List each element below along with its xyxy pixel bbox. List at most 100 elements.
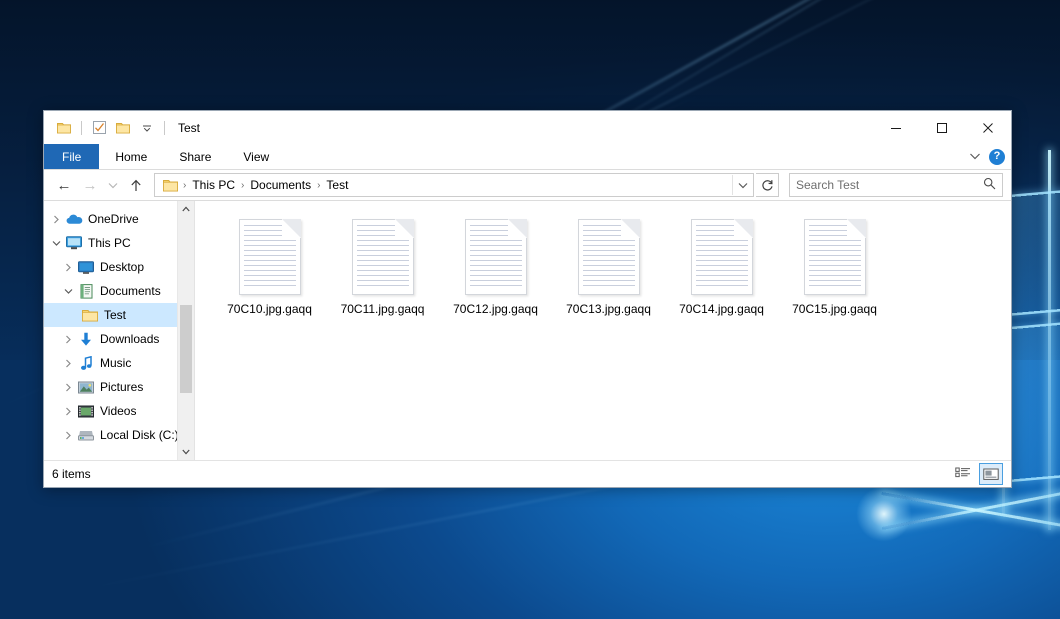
file-item[interactable]: 70C12.jpg.gaqq (439, 215, 552, 337)
sidebar-item-label: Local Disk (C:) (100, 428, 179, 442)
ribbon-tab-bar: File Home Share View ? (44, 144, 1011, 170)
tab-share[interactable]: Share (163, 144, 227, 169)
item-count-label: 6 items (52, 467, 91, 481)
file-name-label: 70C14.jpg.gaqq (679, 302, 764, 316)
folder-icon[interactable] (54, 118, 74, 138)
sidebar-item-this-pc[interactable]: This PC (44, 231, 194, 255)
breadcrumb: › This PC › Documents › Test (160, 178, 732, 192)
minimize-button[interactable] (873, 111, 919, 144)
close-button[interactable] (965, 111, 1011, 144)
download-icon (76, 331, 96, 347)
file-item[interactable]: 70C13.jpg.gaqq (552, 215, 665, 337)
ribbon-controls: ? (969, 144, 1005, 169)
music-icon (76, 355, 96, 371)
customize-chevron-icon[interactable] (137, 118, 157, 138)
chevron-down-icon[interactable] (48, 240, 64, 247)
file-name-label: 70C11.jpg.gaqq (341, 302, 425, 316)
file-item[interactable]: 70C11.jpg.gaqq (326, 215, 439, 337)
chevron-right-icon[interactable] (48, 215, 64, 224)
file-list-view[interactable]: 70C10.jpg.gaqq 70C11.jpg.gaqq (195, 201, 1011, 460)
file-item[interactable]: 70C15.jpg.gaqq (778, 215, 891, 337)
new-folder-icon[interactable] (113, 118, 133, 138)
explorer-body: OneDrive This PC (44, 200, 1011, 460)
file-explorer-window: Test File Home Share View ? ← → (43, 110, 1012, 488)
file-item[interactable]: 70C14.jpg.gaqq (665, 215, 778, 337)
sidebar-item-downloads[interactable]: Downloads (44, 327, 194, 351)
sidebar-scrollbar[interactable] (177, 201, 194, 460)
scrollbar-thumb[interactable] (180, 305, 192, 393)
sidebar-item-label: OneDrive (88, 212, 139, 226)
address-dropdown-icon[interactable] (732, 175, 753, 195)
properties-icon[interactable] (89, 118, 109, 138)
sidebar-item-label: Test (104, 308, 126, 322)
scroll-down-icon[interactable] (178, 444, 194, 460)
address-input[interactable]: › This PC › Documents › Test (154, 173, 754, 197)
scroll-up-icon[interactable] (178, 201, 194, 217)
chevron-right-icon[interactable] (60, 263, 76, 272)
file-name-label: 70C13.jpg.gaqq (566, 302, 651, 316)
sidebar-item-documents[interactable]: Documents (44, 279, 194, 303)
breadcrumb-documents[interactable]: Documents (246, 178, 315, 192)
sidebar-item-label: This PC (88, 236, 131, 250)
chevron-right-icon[interactable] (60, 383, 76, 392)
sidebar-item-onedrive[interactable]: OneDrive (44, 207, 194, 231)
monitor-icon (64, 235, 84, 251)
generic-document-icon (352, 219, 414, 295)
file-item[interactable]: 70C10.jpg.gaqq (213, 215, 326, 337)
videos-icon (76, 403, 96, 419)
file-name-label: 70C10.jpg.gaqq (227, 302, 312, 316)
chevron-right-icon[interactable] (60, 407, 76, 416)
search-input[interactable]: Search Test (796, 178, 983, 192)
title-bar[interactable]: Test (44, 111, 1011, 144)
refresh-button[interactable] (756, 173, 779, 197)
maximize-button[interactable] (919, 111, 965, 144)
sidebar-item-videos[interactable]: Videos (44, 399, 194, 423)
folder-icon (80, 307, 100, 323)
search-icon[interactable] (983, 177, 996, 193)
help-icon[interactable]: ? (989, 149, 1005, 165)
cloud-icon (64, 211, 84, 227)
sidebar-item-pictures[interactable]: Pictures (44, 375, 194, 399)
generic-document-icon (465, 219, 527, 295)
chevron-down-icon[interactable] (60, 288, 76, 295)
large-icons-view-button[interactable] (979, 463, 1003, 485)
breadcrumb-folder-icon[interactable] (160, 179, 181, 192)
forward-button[interactable]: → (78, 173, 102, 197)
status-bar: 6 items (44, 460, 1011, 487)
sidebar-item-music[interactable]: Music (44, 351, 194, 375)
sidebar-item-local-disk-c[interactable]: Local Disk (C:) (44, 423, 194, 447)
details-view-button[interactable] (951, 463, 975, 485)
address-bar: ← → › This PC › Documents › Test (44, 170, 1011, 200)
logo-pane (1005, 321, 1060, 479)
search-box[interactable]: Search Test (789, 173, 1003, 197)
sidebar-item-label: Documents (100, 284, 161, 298)
sidebar-item-label: Desktop (100, 260, 144, 274)
recent-locations-button[interactable] (104, 173, 122, 197)
sidebar-item-test[interactable]: Test (44, 303, 194, 327)
chevron-right-icon[interactable] (60, 335, 76, 344)
sidebar-item-label: Music (100, 356, 131, 370)
pictures-icon (76, 379, 96, 395)
breadcrumb-separator: › (316, 180, 321, 191)
tab-home[interactable]: Home (99, 144, 163, 169)
back-button[interactable]: ← (52, 173, 76, 197)
chevron-down-icon[interactable] (969, 150, 981, 164)
tab-file[interactable]: File (44, 144, 99, 169)
generic-document-icon (578, 219, 640, 295)
chevron-right-icon[interactable] (60, 431, 76, 440)
tab-view[interactable]: View (227, 144, 285, 169)
navigation-tree: OneDrive This PC (44, 201, 194, 447)
window-title: Test (178, 121, 200, 135)
chevron-right-icon[interactable] (60, 359, 76, 368)
desktop-icon (76, 259, 96, 275)
generic-document-icon (691, 219, 753, 295)
document-icon (76, 283, 96, 299)
breadcrumb-this-pc[interactable]: This PC (188, 178, 239, 192)
caption-buttons (873, 111, 1011, 144)
sidebar-item-desktop[interactable]: Desktop (44, 255, 194, 279)
drive-icon (76, 427, 96, 443)
sidebar-item-label: Pictures (100, 380, 143, 394)
breadcrumb-test[interactable]: Test (322, 178, 352, 192)
breadcrumb-separator: › (240, 180, 245, 191)
up-button[interactable] (124, 173, 148, 197)
